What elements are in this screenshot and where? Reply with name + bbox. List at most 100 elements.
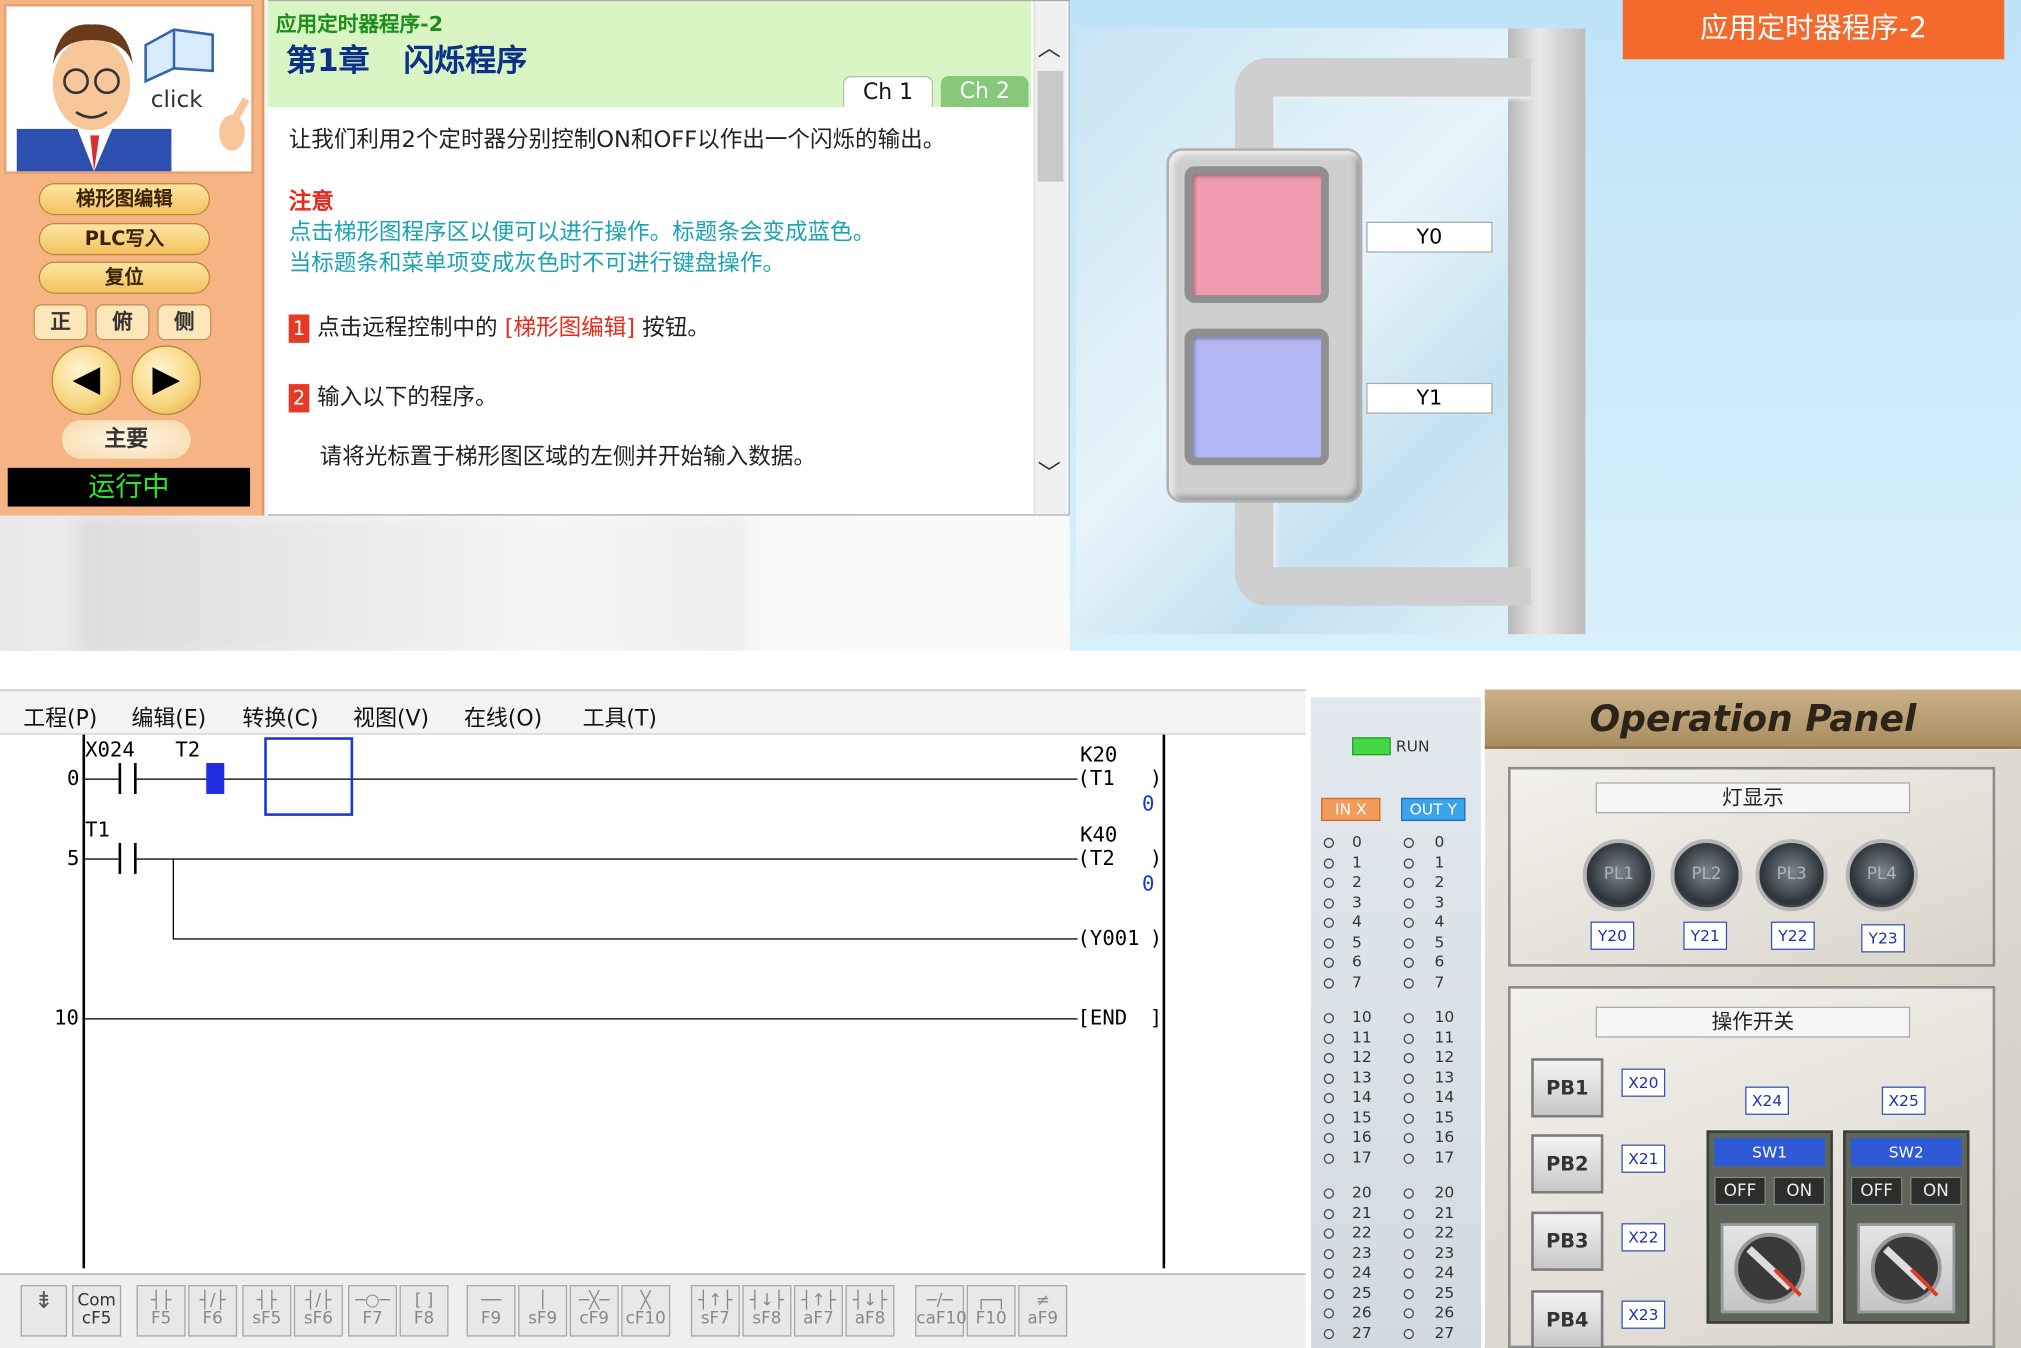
toolbar-key-label: caF10 [916,1309,967,1329]
toolbar-key-label: F10 [975,1309,1007,1329]
scroll-up-icon[interactable]: ︿ [1038,30,1061,64]
toolbar-button-f10[interactable]: ┌─┐ F10 [966,1285,1016,1337]
teacher-illustration [16,24,250,172]
sw2-off[interactable]: OFF [1850,1176,1903,1206]
menu-tools[interactable]: 工具(T) [583,700,657,732]
push-button-pb4[interactable]: PB4 [1531,1290,1604,1348]
toolbar-button-cf9[interactable]: ─╳─ cF9 [569,1285,619,1337]
io-row: 22 22 [1323,1223,1468,1243]
output-number: 11 [1434,1027,1455,1046]
scroll-thumb[interactable] [1037,70,1064,182]
toolbar-button-af9[interactable]: ≠ aF9 [1018,1285,1068,1337]
menu-project[interactable]: 工程(P) [23,700,97,732]
toolbar-symbol-icon: ─○─ [355,1291,390,1311]
toolbar-button-sf6[interactable]: ┤/├ sF6 [293,1285,343,1337]
sw1-knob[interactable] [1720,1223,1819,1314]
view-top-button[interactable]: 俯 [95,304,150,341]
rung-5-branch-vertical [172,858,175,939]
toolbar-mode-button[interactable]: ⇟ [20,1285,68,1337]
teacher-avatar[interactable]: click [3,3,254,175]
output-number: 6 [1434,952,1445,971]
menu-edit[interactable]: 编辑(E) [131,700,206,732]
operation-panel-title: Operation Panel [1589,697,1917,740]
run-status: 运行中 [7,467,251,507]
push-button-pb3[interactable]: PB3 [1531,1211,1604,1271]
input-number: 6 [1352,952,1362,971]
switch-box-title: 操作开关 [1595,1006,1911,1038]
toolbar-button-cf10[interactable]: ╳ cF10 [621,1285,671,1337]
toolbar-button-f9[interactable]: ── F9 [466,1285,516,1337]
toolbar-key-label: sF7 [700,1309,730,1329]
prev-page-button[interactable]: ◀ [51,345,122,416]
sw1-on[interactable]: ON [1773,1176,1826,1206]
io-row: 27 27 [1323,1323,1468,1343]
menu-convert[interactable]: 转换(C) [242,700,318,732]
menu-online[interactable]: 在线(O) [464,700,542,732]
ladder-diagram[interactable]: 0 X024 T2 K20 (T1 ) 0 5 T1 K40 (T2 ) 0 (… [0,734,1306,1277]
sw1-off[interactable]: OFF [1714,1176,1766,1206]
toolbar-comment-button[interactable]: Com cF5 [72,1285,122,1337]
selector-switch-sw1[interactable]: SW1 OFF ON [1706,1130,1833,1324]
main-menu-button[interactable]: 主要 [61,420,191,459]
view-side-button[interactable]: 侧 [157,304,212,341]
intro-text: 让我们利用2个定时器分别控制ON和OFF以作出一个闪烁的输出。 [288,127,946,154]
input-led [1323,1053,1335,1064]
tab-ch1[interactable]: Ch 1 [842,76,934,107]
input-led [1323,917,1335,929]
toolbar-symbol-icon: ┌─┐ [976,1291,1007,1311]
sw2-on[interactable]: ON [1910,1176,1962,1206]
toolbar-button-sf9[interactable]: │ sF9 [518,1285,568,1337]
contact-x024[interactable] [118,763,137,794]
input-number: 22 [1352,1223,1372,1242]
input-led [1323,1092,1335,1104]
push-button-pb1[interactable]: PB1 [1531,1058,1604,1118]
instruction-header: 应用定时器程序-2 第1章 闪烁程序 Ch 1 Ch 2 [268,1,1032,107]
plc-write-button[interactable]: PLC写入 [38,222,211,256]
push-button-pb2[interactable]: PB2 [1531,1134,1604,1194]
input-number: 0 [1352,832,1362,851]
pl4-address: Y23 [1861,924,1905,953]
output-led [1403,1053,1414,1064]
toolbar-button-sf8[interactable]: ┤↓├ sF8 [742,1285,792,1337]
step-2: 2 输入以下的程序。 [288,383,1011,414]
toolbar-button-f8[interactable]: [ ] F8 [399,1285,449,1337]
left-power-rail [82,734,86,1269]
input-number: 20 [1352,1183,1372,1202]
scroll-down-icon[interactable]: ﹀ [1038,455,1061,489]
menu-bar: 工程(P) 编辑(E) 转换(C) 视图(V) 在线(O) 工具(T) [0,690,1306,735]
output-number: 22 [1434,1223,1455,1242]
contact-t1[interactable] [118,842,137,874]
toolbar-button-f6[interactable]: ┤/├ F6 [188,1285,238,1337]
instruction-scrollbar[interactable]: ︿ ﹀ [1033,1,1068,515]
view-front-button[interactable]: 正 [33,304,88,341]
next-page-button[interactable]: ▶ [131,345,202,416]
tab-ch2[interactable]: Ch 2 [940,76,1029,107]
toolbar-button-sf5[interactable]: ┤├ sF5 [242,1285,292,1337]
toolbar-symbol-icon: ≠ [1035,1291,1050,1311]
step-1-post: 按钮。 [642,315,710,342]
output-led [1403,877,1414,889]
ladder-edit-button[interactable]: 梯形图编辑 [38,183,211,216]
rung-5-coil: (T2 [1077,845,1115,871]
output-number: 15 [1434,1107,1455,1126]
selector-switch-sw2[interactable]: SW2 OFF ON [1843,1130,1970,1324]
toolbar-button-f7[interactable]: ─○─ F7 [348,1285,397,1337]
edit-cursor[interactable] [264,737,354,816]
pb1-address: X20 [1621,1068,1666,1097]
sw2-knob[interactable] [1857,1223,1956,1314]
toolbar-button-caf10[interactable]: ─/─ caF10 [915,1285,967,1337]
io-row: 33 [1323,893,1468,913]
output-number: 4 [1434,912,1445,931]
toolbar-button-sf7[interactable]: ┤↑├ sF7 [690,1285,740,1337]
output-number: 13 [1434,1067,1455,1086]
toolbar-button-af8[interactable]: ┤↓├ aF8 [845,1285,895,1337]
reset-button[interactable]: 复位 [38,261,211,294]
input-led [1323,1208,1335,1219]
toolbar-button-f5[interactable]: ┤├ F5 [136,1285,186,1337]
menu-view[interactable]: 视图(V) [353,700,429,732]
toolbar-button-af7[interactable]: ┤↑├ aF7 [793,1285,843,1337]
contact-t2-nc-cursor[interactable] [206,763,225,794]
input-led [1323,1013,1335,1024]
step-2-text: 输入以下的程序。 [317,385,498,412]
lamp-y0 [1184,166,1329,303]
